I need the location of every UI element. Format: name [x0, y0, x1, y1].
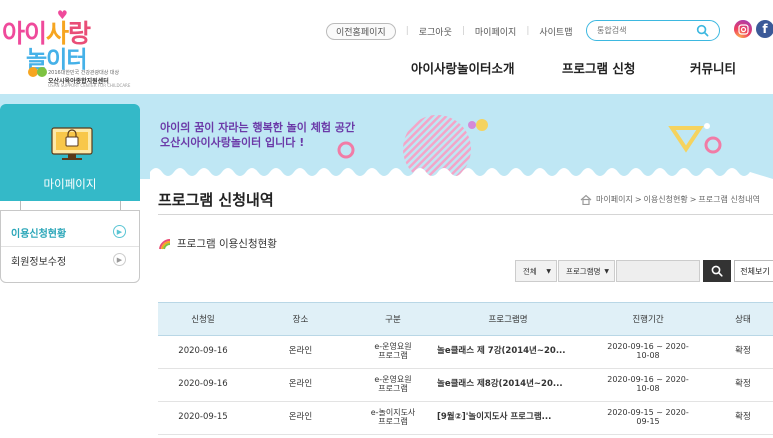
- divider: |: [405, 26, 409, 36]
- title-divider: [158, 214, 773, 215]
- column-header: 상태: [713, 302, 773, 336]
- prev-homepage-button[interactable]: 이전홈페이지: [326, 22, 396, 40]
- instagram-icon[interactable]: [734, 20, 752, 38]
- table-cell: 온라인: [248, 401, 353, 435]
- table-cell: 확정: [713, 368, 773, 402]
- table-header-row: 신청일 장소 구분 프로그램명 진행기간 상태: [158, 302, 773, 336]
- table-cell[interactable]: 놀e클래스 제 7강(2014년~20...: [433, 335, 583, 369]
- nav-item-about[interactable]: 아이사랑놀이터소개: [411, 58, 515, 77]
- column-header: 구분: [353, 302, 433, 336]
- section-title-text: 프로그램 이용신청현황: [177, 238, 277, 250]
- divider: |: [461, 26, 465, 36]
- chevron-right-icon[interactable]: ▶: [113, 225, 126, 238]
- banner-subheadline: 오산시아이사랑놀이터 입니다 !: [160, 136, 305, 149]
- table-cell: 2020-09-16 ~ 2020- 10-08: [583, 368, 713, 402]
- table-cell: e-놀이지도사 프로그램: [353, 401, 433, 435]
- table-cell: 확정: [713, 401, 773, 435]
- breadcrumb-item[interactable]: 이용신청현황: [644, 194, 688, 205]
- table-cell: 확정: [713, 335, 773, 369]
- sitemap-link[interactable]: 사이트맵: [539, 25, 572, 38]
- table-cell: 온라인: [248, 368, 353, 402]
- nav-item-community[interactable]: 커뮤니티: [690, 58, 736, 77]
- table-row[interactable]: 2020-09-16 온라인 e-운영요원 프로그램 놀e클래스 제8강(2014년~…: [158, 368, 773, 402]
- main-navigation: 아이사랑놀이터소개 프로그램 신청 커뮤니티: [0, 58, 773, 76]
- search-input[interactable]: [597, 26, 693, 35]
- filter-keyword-input[interactable]: [616, 260, 700, 282]
- column-header: 장소: [248, 302, 353, 336]
- caret-down-icon: ▼: [604, 267, 609, 275]
- sidebar-menu: 이용신청현황 ▶ 회원정보수정 ▶: [0, 210, 140, 283]
- table-cell: 2020-09-16 ~ 2020- 10-08: [583, 335, 713, 369]
- select-value: 프로그램명: [566, 266, 601, 276]
- table-row[interactable]: 2020-09-16 온라인 e-운영요원 프로그램 놀e클래스 제 7강(2014년…: [158, 335, 773, 369]
- search-icon[interactable]: [696, 24, 709, 37]
- table-cell[interactable]: 놀e클래스 제8강(2014년~20...: [433, 368, 583, 402]
- table-cell: e-운영요원 프로그램: [353, 368, 433, 402]
- filter-category-select[interactable]: 전체 ▼: [515, 260, 557, 282]
- breadcrumb-item: 프로그램 신청내역: [698, 195, 760, 204]
- sidebar-header: 마이페이지: [0, 104, 140, 201]
- table-body: 2020-09-16 온라인 e-운영요원 프로그램 놀e클래스 제 7강(2014년…: [158, 335, 773, 435]
- sidebar-item-usage-status[interactable]: 이용신청현황: [11, 225, 66, 240]
- facebook-icon[interactable]: f: [756, 20, 773, 38]
- table-cell: 2020-09-16: [158, 368, 248, 402]
- banner-headline: 아이의 꿈이 자라는 행복한 놀이 체험 공간: [160, 121, 356, 134]
- section-title: 프로그램 이용신청현황: [158, 236, 277, 251]
- select-value: 전체: [523, 266, 537, 276]
- sidebar-item-edit-profile[interactable]: 회원정보수정: [11, 253, 66, 268]
- rainbow-icon: [159, 238, 171, 249]
- logout-link[interactable]: 로그아웃: [419, 25, 452, 38]
- table-cell: 2020-09-15: [158, 401, 248, 435]
- logo-english-name: OSAN SUPPORT CENTER FOR CHILDCARE: [48, 83, 131, 88]
- table-cell[interactable]: [9월②]'놀이지도사 프로그램...: [433, 401, 583, 435]
- breadcrumb-separator: >: [689, 195, 697, 204]
- table-row[interactable]: 2020-09-15 온라인 e-놀이지도사 프로그램 [9월②]'놀이지도사 프로그…: [158, 401, 773, 435]
- breadcrumb-separator: >: [634, 195, 642, 204]
- divider: [1, 246, 139, 247]
- table-cell: 2020-09-16: [158, 335, 248, 369]
- page-title: 프로그램 신청내역: [158, 191, 274, 209]
- divider: |: [526, 26, 530, 36]
- site-search: [586, 20, 720, 41]
- filter-search-button[interactable]: [703, 260, 731, 282]
- nav-item-program-apply[interactable]: 프로그램 신청: [562, 58, 635, 77]
- column-header: 진행기간: [583, 302, 713, 336]
- table-cell: 2020-09-15 ~ 2020- 09-15: [583, 401, 713, 435]
- view-all-button[interactable]: 전체보기: [734, 260, 773, 282]
- table-cell: e-운영요원 프로그램: [353, 335, 433, 369]
- table-cell: 온라인: [248, 335, 353, 369]
- monitor-lock-icon: [51, 127, 93, 160]
- application-table: 신청일 장소 구분 프로그램명 진행기간 상태 2020-09-16 온라인 e-운영요원 프…: [158, 302, 773, 435]
- home-icon[interactable]: [580, 194, 592, 205]
- caret-down-icon: ▼: [546, 267, 551, 275]
- column-header: 신청일: [158, 302, 248, 336]
- breadcrumb-item[interactable]: 마이페이지: [596, 194, 633, 205]
- chevron-right-icon[interactable]: ▶: [113, 253, 126, 266]
- breadcrumb: 마이페이지 > 이용신청현황 > 프로그램 신청내역: [580, 194, 760, 205]
- search-icon: [711, 265, 723, 277]
- column-header: 프로그램명: [433, 302, 583, 336]
- sidebar-title: 마이페이지: [43, 177, 97, 191]
- mypage-link[interactable]: 마이페이지: [475, 25, 516, 38]
- top-utility-bar: 이전홈페이지 | 로그아웃 | 마이페이지 | 사이트맵: [326, 22, 572, 40]
- filter-field-select[interactable]: 프로그램명 ▼: [558, 260, 615, 282]
